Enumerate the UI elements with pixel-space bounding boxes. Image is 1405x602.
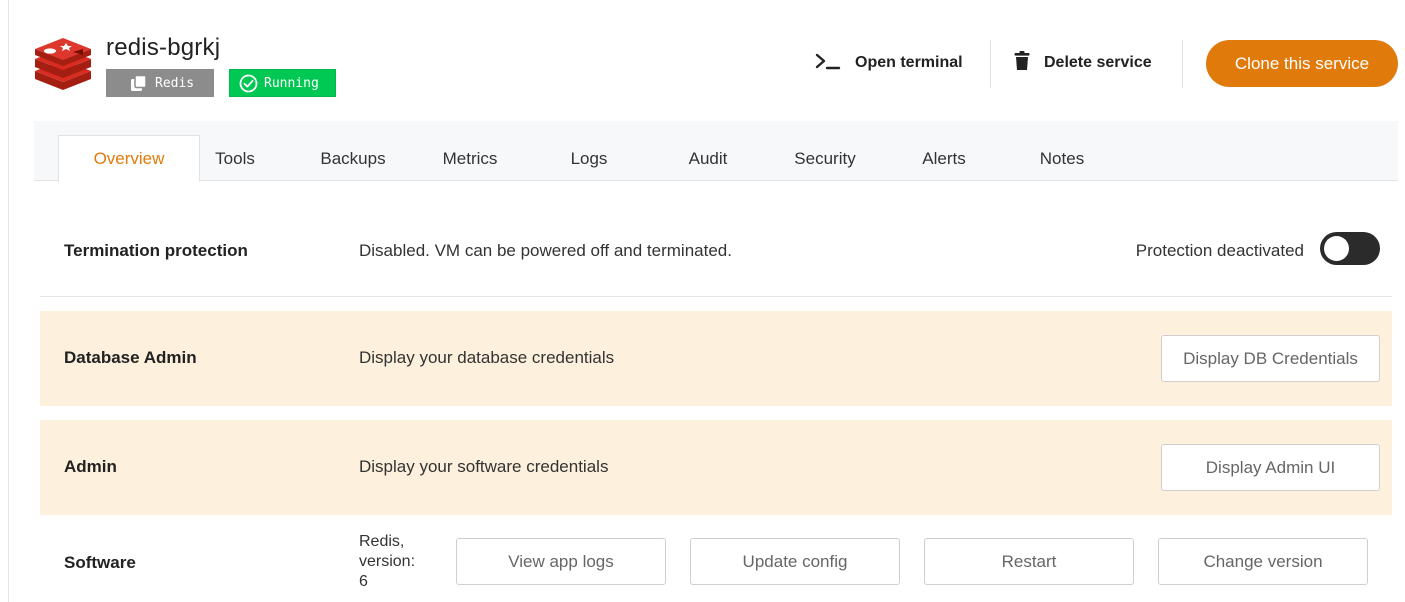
header-divider (990, 40, 991, 88)
database-admin-description: Display your database credentials (359, 348, 615, 367)
check-circle-icon (239, 74, 258, 93)
termination-protection-description: Disabled. VM can be powered off and term… (359, 241, 732, 260)
status-badge: Running (229, 69, 336, 97)
header-divider (1182, 40, 1183, 88)
database-admin-label: Database Admin (64, 348, 197, 367)
admin-label: Admin (64, 457, 117, 476)
tab-metrics[interactable]: Metrics (430, 135, 510, 182)
service-type-badge: Redis (106, 69, 214, 97)
tab-alerts[interactable]: Alerts (911, 135, 977, 182)
tab-logs[interactable]: Logs (558, 135, 620, 182)
delete-service-button[interactable]: Delete service (1014, 50, 1152, 76)
open-terminal-button[interactable]: Open terminal (815, 50, 963, 76)
copy-icon (130, 74, 147, 92)
redis-logo-icon (35, 38, 91, 90)
trash-icon (1014, 50, 1030, 76)
service-header: redis-bgrkj Redis Running Open terminal … (0, 0, 1405, 120)
change-version-button[interactable]: Change version (1158, 538, 1368, 585)
status-label: Running (264, 75, 319, 91)
software-label: Software (64, 553, 136, 572)
tab-audit[interactable]: Audit (674, 135, 742, 182)
display-db-credentials-button[interactable]: Display DB Credentials (1161, 335, 1380, 382)
software-row: Software Redis, version: 6 View app logs… (40, 522, 1392, 602)
software-version-line: Redis, (359, 533, 405, 550)
software-version-line: 6 (359, 573, 368, 590)
tab-backups[interactable]: Backups (309, 135, 397, 182)
tab-security[interactable]: Security (782, 135, 868, 182)
tab-overview[interactable]: Overview (58, 135, 200, 182)
software-version-line: version: (359, 553, 416, 570)
admin-description: Display your software credentials (359, 457, 609, 476)
update-config-button[interactable]: Update config (690, 538, 900, 585)
toggle-knob (1324, 236, 1349, 261)
protection-toggle-label: Protection deactivated (1135, 241, 1304, 260)
admin-row: Admin Display your software credentials … (40, 420, 1392, 515)
open-terminal-label: Open terminal (855, 54, 963, 71)
tab-notes[interactable]: Notes (1028, 135, 1096, 182)
termination-protection-label: Termination protection (64, 241, 248, 260)
protection-toggle[interactable] (1320, 232, 1380, 265)
view-app-logs-button[interactable]: View app logs (456, 538, 666, 585)
delete-service-label: Delete service (1044, 54, 1152, 71)
service-name: redis-bgrkj (106, 34, 221, 61)
clone-service-button[interactable]: Clone this service (1206, 40, 1398, 87)
tab-tools[interactable]: Tools (200, 135, 270, 182)
termination-protection-row: Termination protection Disabled. VM can … (40, 205, 1392, 297)
restart-button[interactable]: Restart (924, 538, 1134, 585)
display-admin-ui-button[interactable]: Display Admin UI (1161, 444, 1380, 491)
tab-bar: Overview Tools Backups Metrics Logs Audi… (34, 121, 1398, 182)
service-type-label: Redis (155, 75, 195, 91)
software-version: Redis, version: 6 (359, 532, 439, 592)
database-admin-row: Database Admin Display your database cre… (40, 311, 1392, 406)
terminal-icon (815, 52, 841, 75)
